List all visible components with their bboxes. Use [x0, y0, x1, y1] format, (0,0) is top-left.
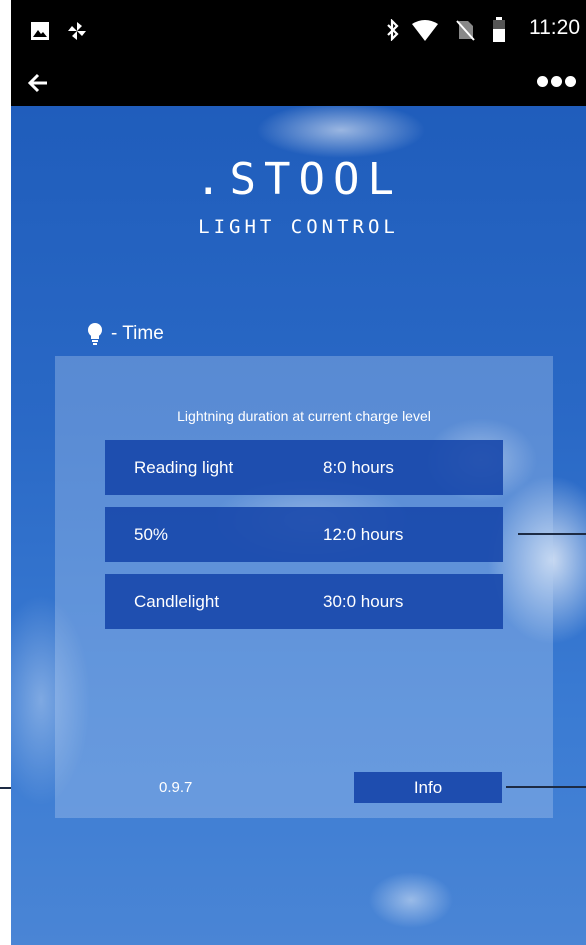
wifi-icon	[411, 20, 439, 47]
mode-duration: 8:0 hours	[323, 458, 394, 477]
mode-name: Candlelight	[134, 592, 220, 611]
app-bar	[11, 60, 586, 106]
duration-panel: Lightning duration at current charge lev…	[55, 356, 553, 818]
mode-name: Reading light	[134, 458, 234, 477]
more-dots-icon[interactable]	[534, 74, 576, 92]
connector-line-info	[506, 786, 586, 788]
brand-title: .STOOL	[195, 154, 402, 205]
status-bar: 11:20	[11, 0, 586, 60]
pinwheel-icon	[66, 20, 88, 47]
brand-subtitle: LIGHT CONTROL	[198, 216, 399, 238]
connector-line-row	[518, 533, 586, 535]
no-sim-icon	[455, 19, 475, 46]
version-label: 0.9.7	[159, 779, 193, 796]
time-label-text: - Time	[111, 323, 164, 344]
mode-name: 50%	[134, 525, 169, 544]
mode-duration: 12:0 hours	[323, 525, 404, 544]
app-screen: 11:20 .STOOL LIGHT CONTROL - Time Lightn…	[11, 0, 586, 945]
duration-row-candle[interactable]: Candlelight 30:0 hours	[105, 574, 503, 629]
mode-duration: 30:0 hours	[323, 592, 404, 611]
duration-row-50[interactable]: 50% 12:0 hours	[105, 507, 503, 562]
battery-icon	[492, 17, 506, 48]
image-icon	[30, 21, 50, 46]
clock: 11:20	[529, 16, 580, 39]
time-section-label: - Time	[87, 322, 164, 346]
info-button[interactable]: Info	[354, 772, 502, 803]
arrow-left-icon[interactable]	[25, 68, 55, 98]
bluetooth-icon	[385, 18, 401, 46]
duration-row-reading[interactable]: Reading light 8:0 hours	[105, 440, 503, 495]
lightbulb-icon	[88, 323, 102, 345]
panel-caption: Lightning duration at current charge lev…	[177, 408, 431, 424]
